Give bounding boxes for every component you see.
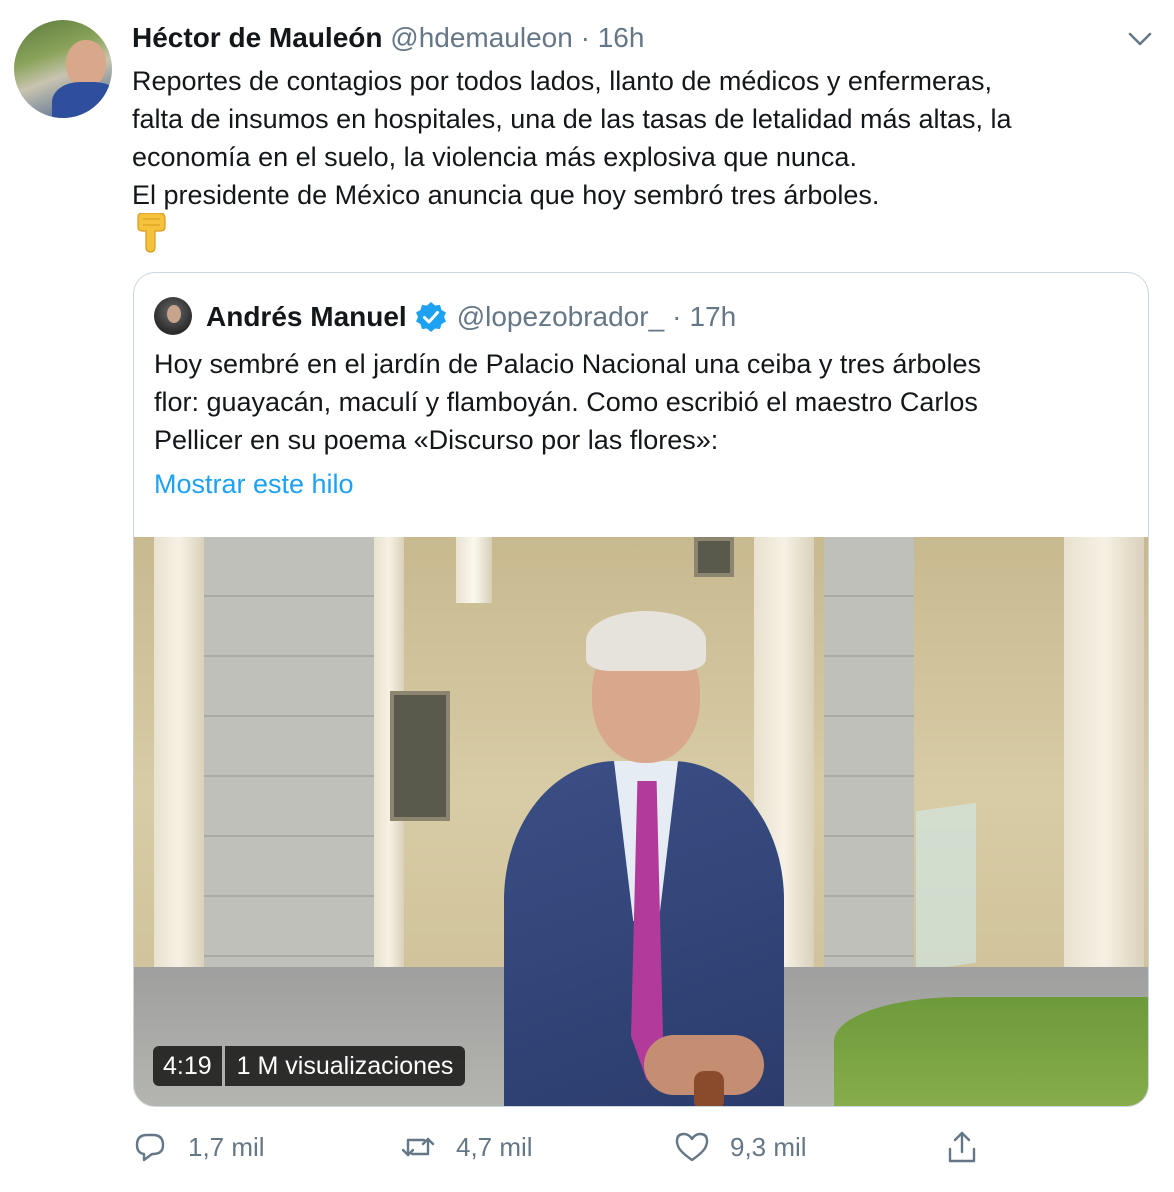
verified-badge-icon — [415, 302, 446, 332]
quoted-avatar-face — [167, 305, 181, 323]
author-avatar[interactable] — [14, 20, 112, 118]
tweet-header: Héctor de Mauleón @hdemauleon · 16h — [132, 22, 1114, 58]
wall-lamp — [456, 537, 492, 603]
tweet-text-line: falta de insumos en hospitales, una de l… — [132, 104, 1012, 134]
heart-icon — [675, 1132, 709, 1162]
chevron-down-icon[interactable] — [1122, 24, 1158, 54]
quoted-text-line: Pellicer en su poema «Discurso por las f… — [154, 425, 719, 455]
author-name[interactable]: Héctor de Mauleón — [132, 22, 382, 53]
avatar-shirt — [52, 82, 112, 118]
cane — [694, 1071, 724, 1106]
tweet-time[interactable]: 16h — [598, 22, 645, 53]
glass-panel — [916, 802, 976, 972]
quoted-author-avatar[interactable] — [154, 297, 192, 335]
tweet-text-line: economía en el suelo, la violencia más e… — [132, 142, 857, 172]
stone-pillar — [194, 537, 374, 1017]
quoted-author-handle[interactable]: @lopezobrador_ — [457, 301, 664, 333]
video-views: 1 M visualizaciones — [224, 1046, 466, 1086]
quoted-text-line: flor: guayacán, maculí y flamboyán. Como… — [154, 387, 978, 417]
quoted-tweet-time[interactable]: 17h — [689, 301, 736, 333]
pointing-down-hand-icon — [137, 213, 166, 253]
quoted-tweet-header: Andrés Manuel @lopezobrador_ · 17h — [206, 297, 736, 337]
like-button[interactable]: 9,3 mil — [674, 1122, 807, 1172]
reply-button[interactable]: 1,7 mil — [132, 1122, 265, 1172]
tweet-actions: 1,7 mil 4,7 mil 9,3 mil — [132, 1122, 1152, 1172]
quoted-author-name[interactable]: Andrés Manuel — [206, 301, 407, 333]
share-icon — [948, 1131, 976, 1163]
share-button[interactable] — [944, 1122, 1000, 1172]
video-info-badge: 4:19 1 M visualizaciones — [153, 1046, 466, 1086]
stone-pillar — [824, 537, 914, 1017]
quoted-header-separator: · — [672, 301, 682, 332]
avatar-face — [66, 40, 106, 88]
column — [1064, 537, 1144, 1037]
window — [390, 691, 450, 821]
quoted-text-line: Hoy sembré en el jardín de Palacio Nacio… — [154, 349, 981, 379]
like-count: 9,3 mil — [730, 1131, 807, 1162]
show-thread-link[interactable]: Mostrar este hilo — [154, 469, 354, 500]
video-thumbnail[interactable] — [134, 537, 1148, 1106]
column — [154, 537, 204, 1037]
hair — [586, 611, 706, 671]
tweet-text-line: Reportes de contagios por todos lados, l… — [132, 66, 992, 96]
reply-icon — [135, 1133, 165, 1162]
header-separator: · — [580, 22, 590, 53]
plants — [834, 997, 1148, 1106]
quoted-tweet-text: Hoy sembré en el jardín de Palacio Nacio… — [154, 345, 1134, 459]
person-figure — [494, 611, 794, 1106]
author-handle[interactable]: @hdemauleon — [390, 22, 573, 53]
window — [694, 537, 734, 577]
retweet-button[interactable]: 4,7 mil — [400, 1122, 533, 1172]
quoted-tweet-card[interactable]: Andrés Manuel @lopezobrador_ · 17h Hoy s… — [133, 272, 1149, 1107]
retweet-icon — [401, 1137, 435, 1157]
tweet-text: Reportes de contagios por todos lados, l… — [132, 62, 1152, 214]
video-duration: 4:19 — [153, 1046, 222, 1086]
reply-count: 1,7 mil — [188, 1131, 265, 1162]
retweet-count: 4,7 mil — [456, 1131, 533, 1162]
tweet-text-line: El presidente de México anuncia que hoy … — [132, 180, 880, 210]
